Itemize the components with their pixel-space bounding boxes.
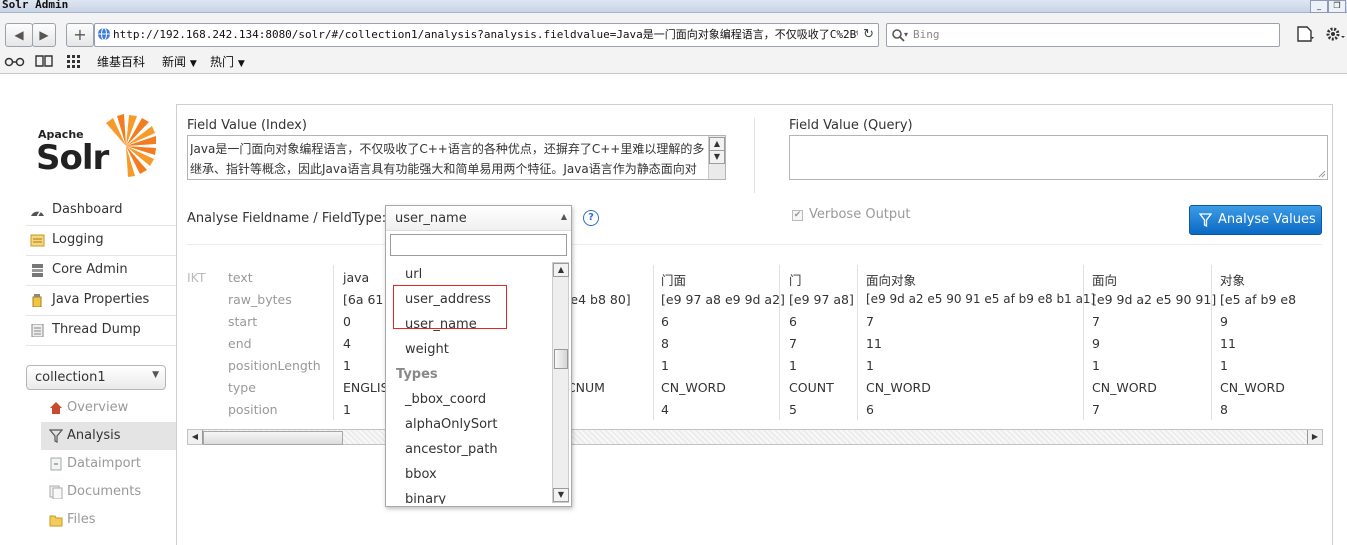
minimize-button[interactable]: _ <box>1310 0 1328 13</box>
token-cell: 对象 <box>1220 273 1246 288</box>
dropdown-group-label: Types <box>396 367 438 382</box>
token-cell: 6 <box>661 314 669 329</box>
token-cell: 门 <box>789 273 802 288</box>
scrollbar-thumb[interactable] <box>203 431 343 445</box>
token-cell: 1 <box>343 402 351 417</box>
token-cell: 9 <box>1092 336 1100 351</box>
token-cell: CN_WORD <box>1092 380 1157 395</box>
token-cell: 1 <box>789 358 797 373</box>
dropdown-option[interactable]: weight <box>405 342 449 357</box>
dropdown-option[interactable]: url <box>405 267 422 282</box>
token-cell: 0 <box>343 314 351 329</box>
token-cell: CN_WORD <box>1220 380 1285 395</box>
token-cell: [e9 9d a2 e5 90 91] <box>1092 292 1217 307</box>
token-cell: 7 <box>866 314 874 329</box>
scroll-down-icon[interactable]: ▼ <box>553 488 569 502</box>
token-cell: 1 <box>866 358 874 373</box>
token-cell: 1 <box>1092 358 1100 373</box>
token-cell: 11 <box>866 336 882 351</box>
scroll-right-icon[interactable]: ▶ <box>1307 430 1322 444</box>
token-cell: CN_WORD <box>866 380 931 395</box>
scroll-up-icon[interactable]: ▲ <box>553 263 569 277</box>
dropdown-option[interactable]: ancestor_path <box>405 442 498 457</box>
token-cell: [e9 97 a8] <box>789 292 854 307</box>
token-cell: [e9 9d a2 e5 90 91 e5 af b9 e8 b1 a1] <box>866 292 1096 306</box>
dropdown-scrollbar[interactable]: ▲ ▼ <box>552 262 569 503</box>
gear-icon[interactable] <box>1324 25 1346 43</box>
token-cell: [e9 97 a8 e9 9d a2] <box>661 292 785 307</box>
scroll-left-icon[interactable]: ◀ <box>188 430 203 444</box>
token-cell: COUNT <box>789 380 834 395</box>
token-cell: 8 <box>1220 402 1228 417</box>
token-cell: 7 <box>789 336 797 351</box>
highlight-box <box>393 285 507 329</box>
chevron-up-icon: ▲ <box>560 212 567 221</box>
fieldtype-dropdown[interactable]: user_name ▲ url user_address user_name w… <box>385 205 572 507</box>
dropdown-scroll-thumb[interactable] <box>554 349 568 369</box>
dropdown-option[interactable]: alphaOnlySort <box>405 417 497 432</box>
token-cell: 面向 <box>1092 273 1118 288</box>
token-cell: 面向对象 <box>866 273 917 288</box>
resize-handle-icon[interactable] <box>1318 170 1326 178</box>
token-cell: 4 <box>661 402 669 417</box>
token-cell: CN_WORD <box>661 380 726 395</box>
token-cell: 4 <box>343 336 351 351</box>
token-cell: 6 <box>866 402 874 417</box>
token-table: java [6a 61 76 61] 0 4 1 ENGLISH 1 [e6 9… <box>0 0 1300 534</box>
fieldtype-selected-value: user_name <box>395 211 467 226</box>
token-cell: 6 <box>789 314 797 329</box>
token-cell: java <box>343 270 370 285</box>
token-cell: 1 <box>661 358 669 373</box>
token-cell: 5 <box>789 402 797 417</box>
dropdown-option[interactable]: _bbox_coord <box>405 392 486 407</box>
token-cell: 9 <box>1220 314 1228 329</box>
token-cell: 8 <box>661 336 669 351</box>
horizontal-scrollbar[interactable]: ◀ ▶ <box>187 429 1323 445</box>
token-cell: 门面 <box>661 273 687 288</box>
token-cell: 11 <box>1220 336 1236 351</box>
dropdown-option[interactable]: bbox <box>405 467 437 482</box>
dropdown-search-input[interactable] <box>390 234 567 256</box>
token-cell: 7 <box>1092 314 1100 329</box>
restore-button[interactable]: ❐ <box>1328 0 1346 13</box>
dropdown-option[interactable]: binary <box>405 492 446 504</box>
token-cell: 1 <box>343 358 351 373</box>
fieldtype-select[interactable]: user_name ▲ <box>386 206 571 231</box>
token-cell: 7 <box>1092 402 1100 417</box>
token-cell: 1 <box>1220 358 1228 373</box>
